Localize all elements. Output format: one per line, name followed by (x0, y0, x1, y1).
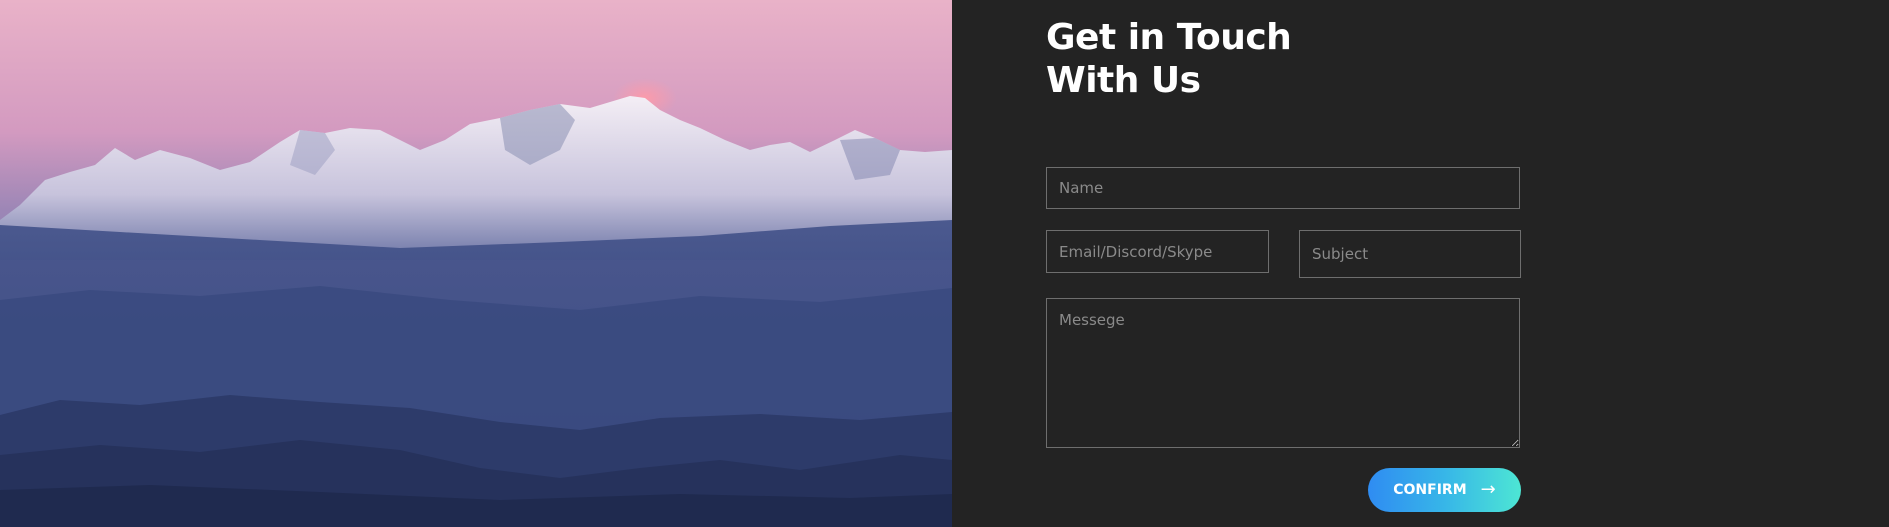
name-input[interactable] (1046, 167, 1520, 209)
mountain-landscape-illustration (0, 0, 952, 527)
contact-title: Get in Touch With Us (1046, 16, 1292, 102)
contact-page: Get in Touch With Us CONFIRM → (0, 0, 1889, 527)
subject-input[interactable] (1299, 230, 1521, 278)
email-discord-skype-input[interactable] (1046, 230, 1269, 273)
message-textarea[interactable] (1046, 298, 1520, 448)
contact-panel: Get in Touch With Us CONFIRM → (952, 0, 1889, 527)
confirm-button-label: CONFIRM (1393, 482, 1467, 498)
confirm-button[interactable]: CONFIRM → (1368, 468, 1521, 512)
arrow-right-icon: → (1480, 479, 1496, 500)
contact-title-line-1: Get in Touch (1046, 17, 1292, 58)
hero-mountain-image (0, 0, 952, 527)
contact-title-line-2: With Us (1046, 60, 1201, 101)
